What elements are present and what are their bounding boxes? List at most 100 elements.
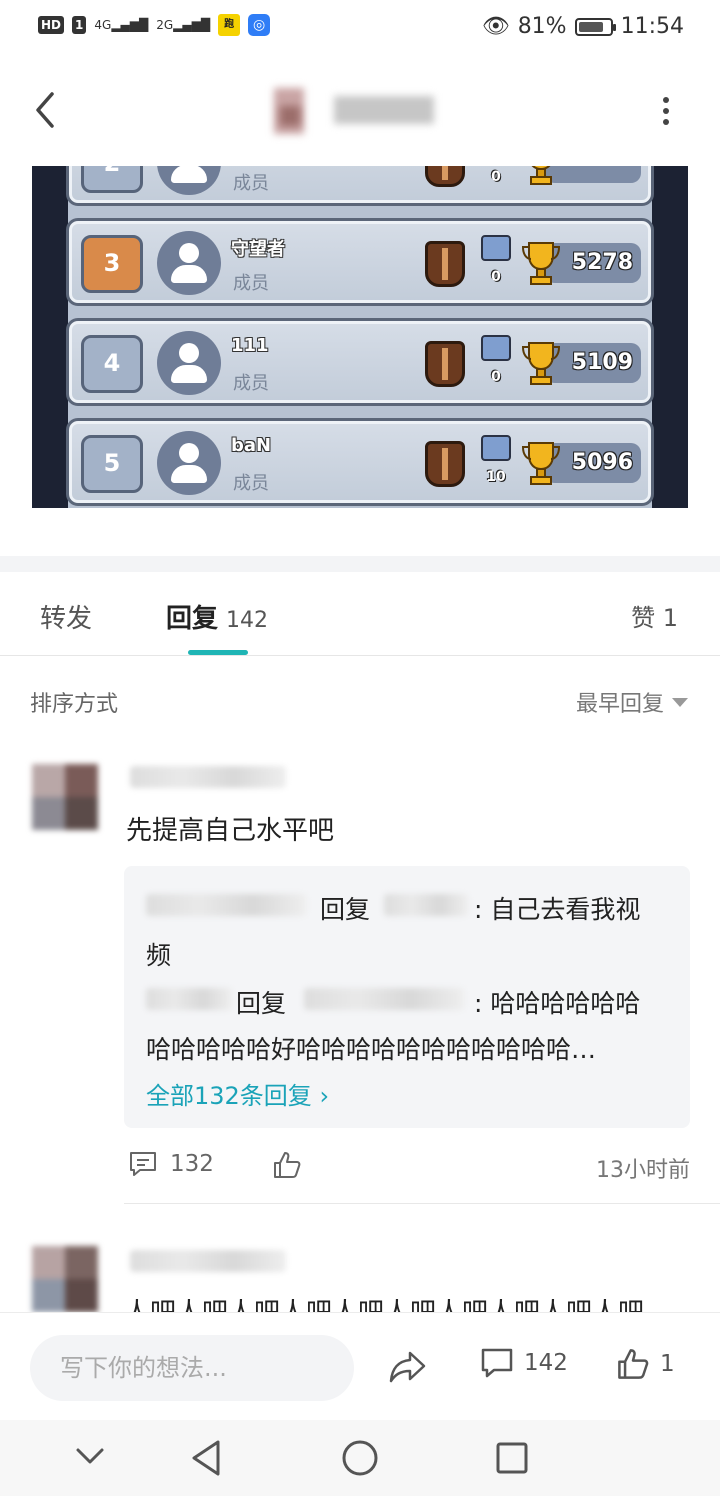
view-all-replies-link[interactable]: 全部132条回复 › — [146, 1076, 329, 1111]
reply-text: : 自己去看我视 — [474, 895, 641, 924]
reply-text-cont: 频 — [146, 941, 172, 970]
back-triangle-icon[interactable] — [188, 1438, 224, 1478]
signal-icon: 4G▂▄▆█ — [94, 18, 149, 32]
comment-count: 142 — [524, 1350, 568, 1376]
eye-icon: 👁 — [481, 14, 510, 39]
comment-text: 人吧人吧人吧人吧人吧人吧人吧人吧人吧人吧 — [124, 1298, 645, 1314]
rank-badge: 3 — [81, 235, 143, 293]
cards-icon — [481, 335, 511, 361]
tab-reply-label: 回复 — [166, 604, 219, 634]
leaderboard-row: 4 111 成员 0 5109 — [66, 318, 654, 406]
player-role: 成员 — [233, 373, 269, 394]
trophy-icon — [521, 342, 561, 385]
divider — [124, 1203, 720, 1204]
sim-icon: 1 — [72, 16, 87, 34]
post-author-blurred[interactable] — [270, 80, 450, 140]
league-sword-icon — [425, 241, 465, 287]
tab-repost[interactable]: 转发 — [40, 598, 92, 635]
post-image[interactable]: 2成员03守望者成员052784111成员051095baN成员105096 — [32, 166, 688, 508]
player-avatar-icon — [157, 431, 221, 495]
sort-value: 最早回复 — [575, 692, 664, 717]
share-icon[interactable] — [388, 1349, 428, 1385]
comment-icon — [481, 1348, 513, 1378]
like-count: 1 — [660, 1351, 675, 1377]
hd-icon: HD — [38, 16, 65, 34]
cards-icon — [481, 235, 511, 261]
reply-keyword: 回复 — [236, 989, 287, 1018]
comment-reply-button[interactable]: 132 — [128, 1150, 214, 1178]
rank-badge: 4 — [81, 335, 143, 393]
player-role: 成员 — [233, 273, 269, 294]
home-circle-icon[interactable] — [340, 1438, 380, 1478]
trophy-icon — [521, 242, 561, 285]
comment-input-bar: 写下你的想法... 142 1 — [0, 1312, 720, 1420]
tab-reply-count: 142 — [226, 608, 269, 633]
cards-icon — [481, 435, 511, 461]
rank-badge: 5 — [81, 435, 143, 493]
cards-donated: 0 — [491, 269, 501, 285]
avatar[interactable] — [32, 764, 98, 830]
battery-percent: 81% — [517, 14, 567, 39]
reply-text-cont: 哈哈哈哈哈好哈哈哈哈哈哈哈哈哈哈哈… — [146, 1035, 597, 1064]
cards-donated: 0 — [491, 369, 501, 385]
avatar[interactable] — [32, 1246, 98, 1312]
signal-icon: 2G▂▄▆█ — [156, 18, 211, 32]
sort-dropdown[interactable]: 最早回复 — [576, 686, 688, 718]
player-role: 成员 — [233, 173, 269, 194]
more-vertical-icon[interactable] — [652, 92, 680, 132]
player-name: 111 — [231, 335, 269, 356]
thumbs-up-icon[interactable] — [272, 1150, 302, 1180]
comment-text: 先提高自己水平吧 — [126, 816, 335, 846]
battery-icon — [574, 17, 616, 36]
comment-time: 13小时前 — [596, 1158, 690, 1183]
reply-target-blurred[interactable] — [384, 894, 468, 916]
section-divider — [0, 556, 720, 572]
comment-button[interactable]: 142 — [480, 1347, 568, 1379]
status-bar: HD 1 4G▂▄▆█ 2G▂▄▆█ 跑 ◎ 👁 81% 11:54 — [0, 0, 720, 56]
player-role: 成员 — [233, 473, 269, 494]
leaderboard-row: 2 成员 0 — [66, 166, 654, 206]
app-icon: 跑 — [218, 14, 241, 36]
reply-username-blurred[interactable] — [146, 988, 232, 1010]
divider — [0, 655, 720, 656]
battery-fill — [578, 21, 603, 32]
tab-likes[interactable]: 赞 1 — [631, 598, 678, 633]
like-button[interactable]: 1 — [616, 1347, 675, 1381]
comment-icon — [130, 1152, 156, 1176]
tab-reply[interactable]: 回复 142 — [166, 598, 268, 635]
reply-text: : 哈哈哈哈哈哈 — [474, 989, 641, 1018]
league-sword-icon — [425, 166, 465, 187]
chevron-right-icon: › — [319, 1082, 330, 1110]
reply-keyword: 回复 — [320, 895, 371, 924]
player-name: baN — [231, 435, 272, 456]
username-blurred[interactable] — [130, 1250, 286, 1272]
reply-target-blurred[interactable] — [304, 988, 464, 1010]
cards-donated: 10 — [486, 469, 506, 485]
player-avatar-icon — [157, 231, 221, 295]
thumbs-up-icon — [618, 1349, 649, 1379]
trophy-icon — [530, 166, 552, 185]
caret-down-icon — [672, 697, 688, 707]
comment-reply-count: 132 — [170, 1151, 214, 1177]
league-sword-icon — [425, 341, 465, 387]
view-all-replies-label: 全部132条回复 — [146, 1082, 312, 1110]
player-name: 守望者 — [231, 239, 285, 260]
chevron-down-icon[interactable] — [74, 1444, 106, 1468]
sort-label: 排序方式 — [30, 692, 119, 717]
leaderboard-row: 5 baN 成员 10 5096 — [66, 418, 654, 506]
reply-line: 回复 — [320, 890, 370, 926]
chevron-left-icon[interactable] — [28, 86, 68, 134]
username-blurred[interactable] — [130, 766, 286, 788]
reply-username-blurred[interactable] — [146, 894, 306, 916]
cards-donated: 0 — [491, 169, 501, 185]
recents-square-icon[interactable] — [494, 1440, 530, 1476]
system-nav-bar — [0, 1420, 720, 1496]
league-sword-icon — [425, 441, 465, 487]
comment-input[interactable]: 写下你的想法... — [30, 1335, 354, 1401]
player-avatar-icon — [157, 331, 221, 395]
network-4g-label: 4G — [94, 18, 112, 32]
leaderboard-row: 3 守望者 成员 0 5278 — [66, 218, 654, 306]
player-avatar-icon — [157, 166, 221, 195]
trophy-icon — [521, 442, 561, 485]
rank-badge: 2 — [81, 166, 143, 193]
